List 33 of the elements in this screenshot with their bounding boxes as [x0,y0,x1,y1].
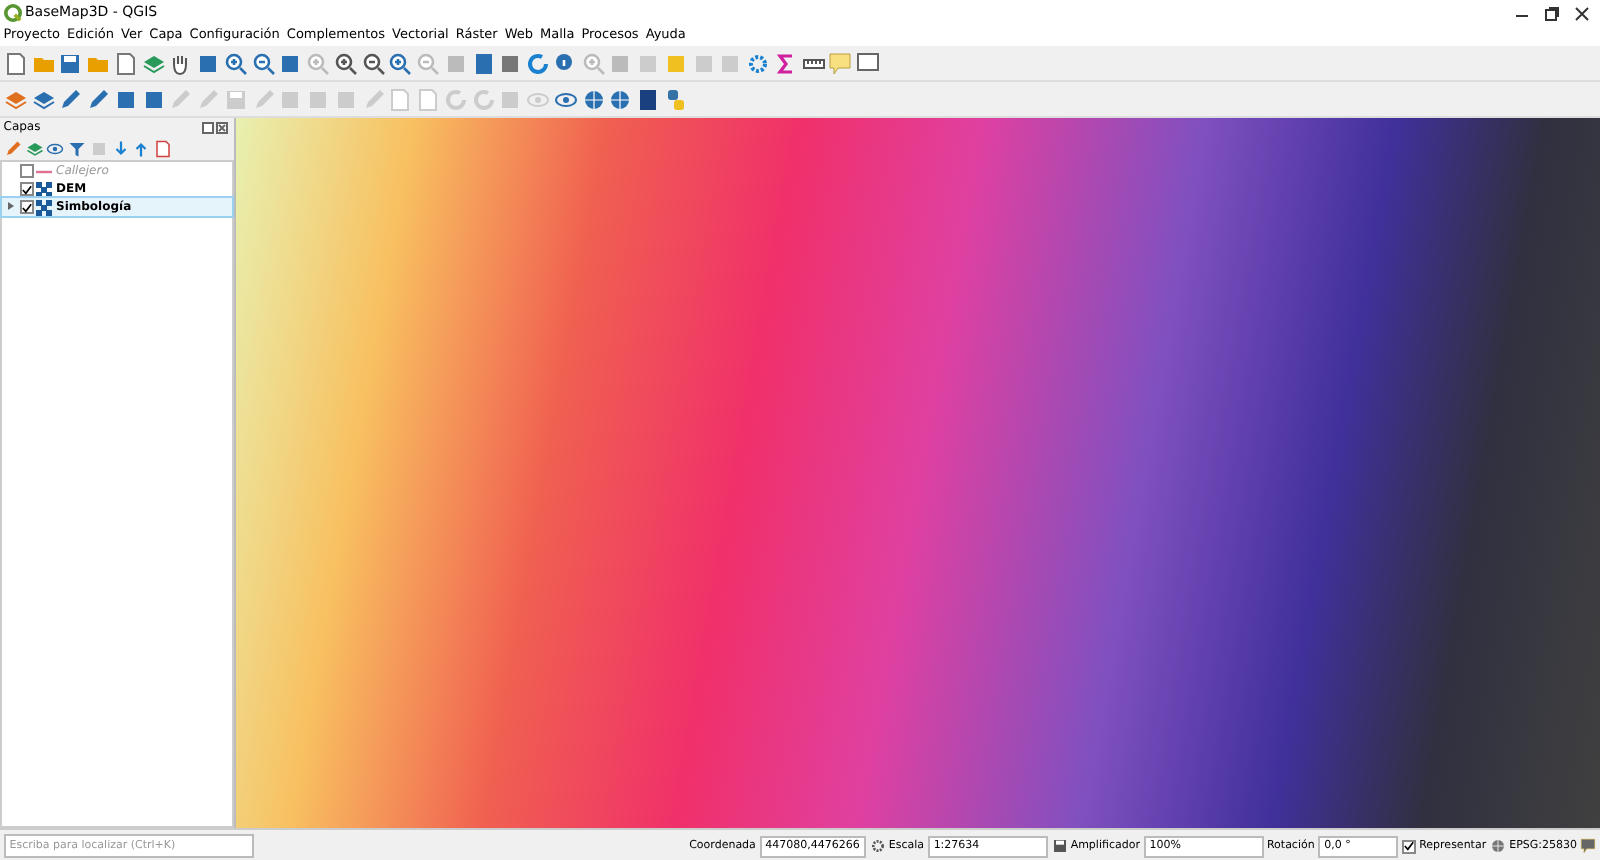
arrow-up-icon[interactable] [132,139,151,157]
layer-checkbox[interactable] [19,182,33,196]
pan-hand-icon[interactable] [168,51,193,75]
elevation-map[interactable] [236,118,1600,828]
zoom-in-icon[interactable] [223,51,248,75]
gear-icon[interactable] [746,51,770,75]
arrow-down-icon[interactable] [111,139,129,157]
refresh-icon[interactable] [526,51,550,75]
layer-checkbox[interactable] [19,164,33,178]
text-box-icon[interactable] [856,51,880,75]
panel-buttons-icon[interactable] [202,121,231,133]
layer-checkbox[interactable] [19,200,33,214]
square-icon[interactable] [498,51,523,75]
globe-icon[interactable] [581,87,605,111]
zoom-icon[interactable] [361,51,385,75]
python-icon[interactable] [663,87,688,111]
info-icon[interactable] [553,51,578,75]
globe-icon[interactable] [1489,838,1506,854]
sigma-icon[interactable] [773,51,798,75]
close-icon[interactable] [1573,5,1590,21]
page-icon[interactable] [113,51,138,75]
save-icon[interactable] [58,51,83,75]
zoom-icon[interactable] [333,51,358,75]
expand-arrow-icon[interactable] [5,201,14,210]
message-icon[interactable] [1580,838,1597,854]
maximize-icon[interactable] [1543,5,1560,21]
zoom-out-icon[interactable] [251,51,275,75]
eye-icon[interactable] [46,139,65,157]
globe-icon[interactable] [608,87,633,111]
zoom-icon[interactable] [388,51,413,75]
app-logo-icon [3,4,22,22]
render-checkbox[interactable] [1401,839,1416,853]
new-page-icon[interactable] [3,51,28,75]
